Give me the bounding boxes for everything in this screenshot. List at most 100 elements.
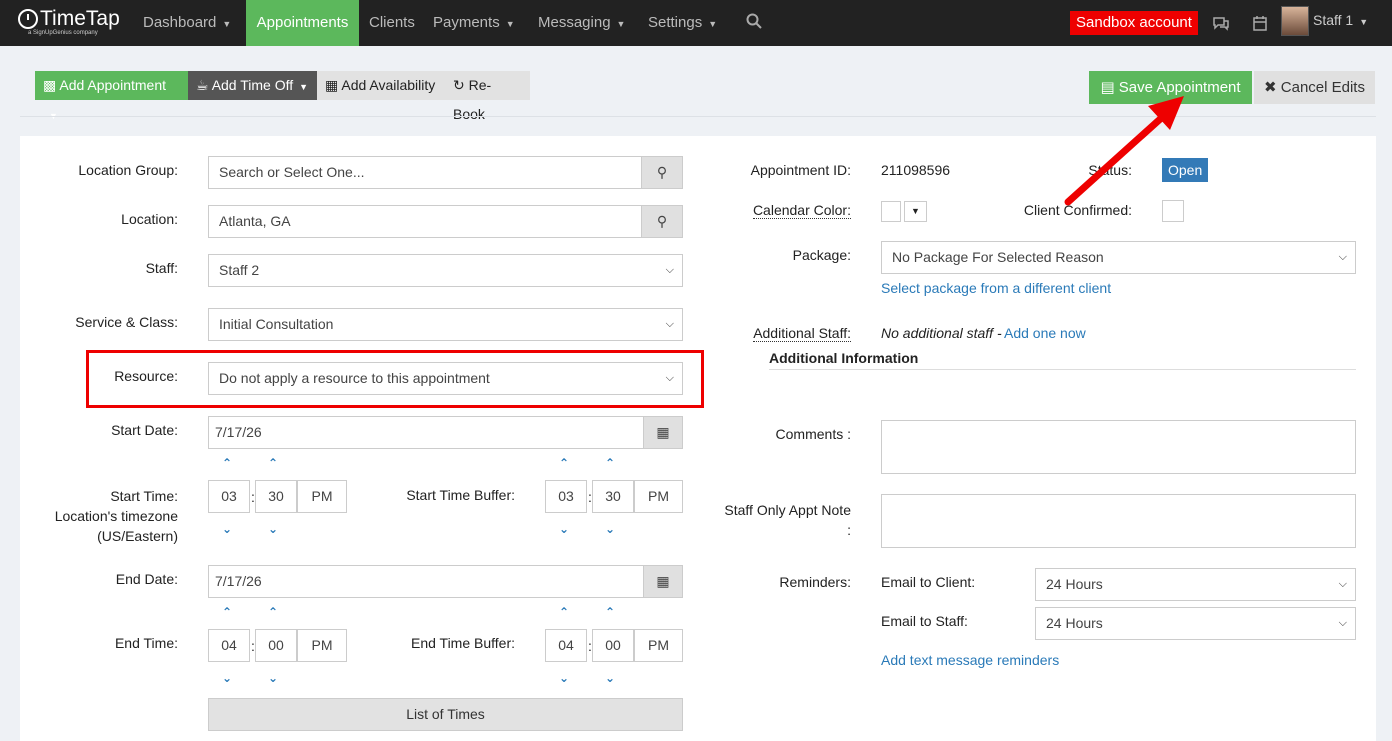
calendar-icon[interactable]: ▦: [643, 565, 683, 598]
end-hour-input[interactable]: 04: [208, 629, 250, 662]
buffer-hour-up-icon[interactable]: ⌃: [559, 605, 569, 619]
chevron-down-icon: ▼: [222, 19, 232, 29]
calendar-icon[interactable]: ▦: [643, 416, 683, 449]
select-package-link[interactable]: Select package from a different client: [881, 280, 1111, 296]
nav-appointments[interactable]: Appointments: [246, 0, 359, 46]
buffer-hour-up-icon[interactable]: ⌃: [559, 456, 569, 470]
minute-down-icon[interactable]: ⌄: [268, 671, 278, 685]
calendar-icon[interactable]: [1253, 15, 1267, 35]
add-time-off-button[interactable]: ☕ Add Time Off ▼: [188, 71, 317, 100]
start-hour-input[interactable]: 03: [208, 480, 250, 513]
end-buffer-label: End Time Buffer:: [410, 635, 515, 651]
end-buffer-ampm-input[interactable]: PM: [634, 629, 683, 662]
end-minute-input[interactable]: 00: [255, 629, 297, 662]
user-menu[interactable]: Staff 1 ▼: [1313, 12, 1368, 28]
minute-up-icon[interactable]: ⌃: [268, 605, 278, 619]
calendar-color-label[interactable]: Calendar Color:: [700, 202, 851, 219]
start-buffer-minute-input[interactable]: 30: [592, 480, 634, 513]
start-buffer-label: Start Time Buffer:: [406, 487, 515, 503]
start-minute-input[interactable]: 30: [255, 480, 297, 513]
add-staff-link[interactable]: Add one now: [1004, 325, 1086, 341]
email-staff-select[interactable]: 24 Hours ⌵: [1035, 607, 1356, 640]
staff-label: Staff:: [145, 260, 178, 276]
buffer-minute-up-icon[interactable]: ⌃: [605, 456, 615, 470]
logo-subtitle: a SignUpGenius company: [28, 30, 98, 36]
end-date-input[interactable]: 7/17/26 ▦: [208, 565, 683, 598]
search-icon[interactable]: [746, 13, 762, 33]
additional-staff-none: No additional staff -: [881, 325, 1002, 341]
chevron-down-icon: ⌵: [1338, 617, 1347, 629]
service-label: Service & Class:: [75, 314, 178, 330]
list-of-times-button[interactable]: List of Times: [208, 698, 683, 731]
buffer-minute-down-icon[interactable]: ⌄: [605, 522, 615, 536]
resource-select[interactable]: Do not apply a resource to this appointm…: [208, 362, 683, 395]
location-input[interactable]: Atlanta, GA ⚲: [208, 205, 683, 238]
end-date-label: End Date:: [115, 571, 178, 587]
hour-up-icon[interactable]: ⌃: [222, 456, 232, 470]
nav-clients[interactable]: Clients: [359, 0, 425, 46]
search-icon[interactable]: ⚲: [641, 205, 683, 238]
close-icon: ✖: [1264, 79, 1277, 96]
staff-select[interactable]: Staff 2 ⌵: [208, 254, 683, 287]
additional-info-heading: Additional Information: [769, 350, 919, 366]
logo-text: TimeTap: [40, 7, 120, 30]
top-navbar: TimeTap a SignUpGenius company Dashboard…: [0, 0, 1392, 46]
calendar-icon: ▦: [325, 77, 339, 93]
search-icon[interactable]: ⚲: [641, 156, 683, 189]
timetap-logo[interactable]: TimeTap: [18, 7, 120, 31]
chevron-down-icon: ▼: [505, 19, 515, 29]
add-appointment-button[interactable]: ▩ Add Appointment▼: [35, 71, 188, 121]
chevron-down-icon: ⌵: [665, 318, 674, 330]
start-time-label: Start Time: Location's timezone (US/Easter…: [54, 488, 178, 544]
buffer-hour-down-icon[interactable]: ⌄: [559, 671, 569, 685]
buffer-minute-up-icon[interactable]: ⌃: [605, 605, 615, 619]
add-availability-button[interactable]: ▦ Add Availability: [317, 71, 445, 100]
nav-dashboard[interactable]: Dashboard ▼: [133, 0, 241, 46]
start-date-input[interactable]: 7/17/26 ▦: [208, 416, 683, 449]
nav-messaging[interactable]: Messaging ▼: [528, 0, 635, 46]
additional-staff-label[interactable]: Additional Staff:: [700, 325, 851, 342]
divider: [769, 369, 1356, 370]
calendar-color-swatch[interactable]: [881, 201, 901, 222]
minute-up-icon[interactable]: ⌃: [268, 456, 278, 470]
appointment-id-label: Appointment ID:: [750, 162, 851, 178]
service-select[interactable]: Initial Consultation ⌵: [208, 308, 683, 341]
rebook-button[interactable]: ↻ Re-Book: [445, 71, 530, 122]
hour-up-icon[interactable]: ⌃: [222, 605, 232, 619]
chevron-down-icon: ⌵: [665, 264, 674, 276]
clock-icon: [18, 9, 38, 29]
cancel-edits-button[interactable]: ✖ Cancel Edits: [1254, 71, 1375, 104]
buffer-minute-down-icon[interactable]: ⌄: [605, 671, 615, 685]
coffee-icon: ☕: [196, 77, 209, 93]
start-date-label: Start Date:: [111, 422, 178, 438]
comments-label: Comments :: [775, 426, 851, 442]
minute-down-icon[interactable]: ⌄: [268, 522, 278, 536]
email-client-select[interactable]: 24 Hours ⌵: [1035, 568, 1356, 601]
avatar[interactable]: [1281, 6, 1309, 36]
hour-down-icon[interactable]: ⌄: [222, 522, 232, 536]
nav-payments[interactable]: Payments ▼: [423, 0, 525, 46]
refresh-icon: ↻: [453, 77, 465, 93]
color-dropdown-icon[interactable]: ▼: [904, 201, 927, 222]
nav-settings[interactable]: Settings ▼: [638, 0, 727, 46]
add-text-reminders-link[interactable]: Add text message reminders: [881, 652, 1059, 668]
hour-down-icon[interactable]: ⌄: [222, 671, 232, 685]
location-group-input[interactable]: Search or Select One... ⚲: [208, 156, 683, 189]
chat-icon[interactable]: [1212, 15, 1230, 35]
appointment-id-value: 211098596: [881, 162, 951, 178]
buffer-hour-down-icon[interactable]: ⌄: [559, 522, 569, 536]
chevron-down-icon: ▼: [1359, 17, 1369, 27]
end-ampm-input[interactable]: PM: [297, 629, 347, 662]
chevron-down-icon: ⌵: [1338, 251, 1347, 263]
start-buffer-ampm-input[interactable]: PM: [634, 480, 683, 513]
start-ampm-input[interactable]: PM: [297, 480, 347, 513]
package-select[interactable]: No Package For Selected Reason ⌵: [881, 241, 1356, 274]
book-icon: ▩: [43, 77, 57, 93]
end-buffer-minute-input[interactable]: 00: [592, 629, 634, 662]
start-buffer-hour-input[interactable]: 03: [545, 480, 587, 513]
comments-textarea[interactable]: [881, 420, 1356, 474]
end-buffer-hour-input[interactable]: 04: [545, 629, 587, 662]
sandbox-badge: Sandbox account: [1070, 11, 1198, 35]
staff-note-textarea[interactable]: [881, 494, 1356, 548]
location-label: Location:: [121, 211, 178, 227]
